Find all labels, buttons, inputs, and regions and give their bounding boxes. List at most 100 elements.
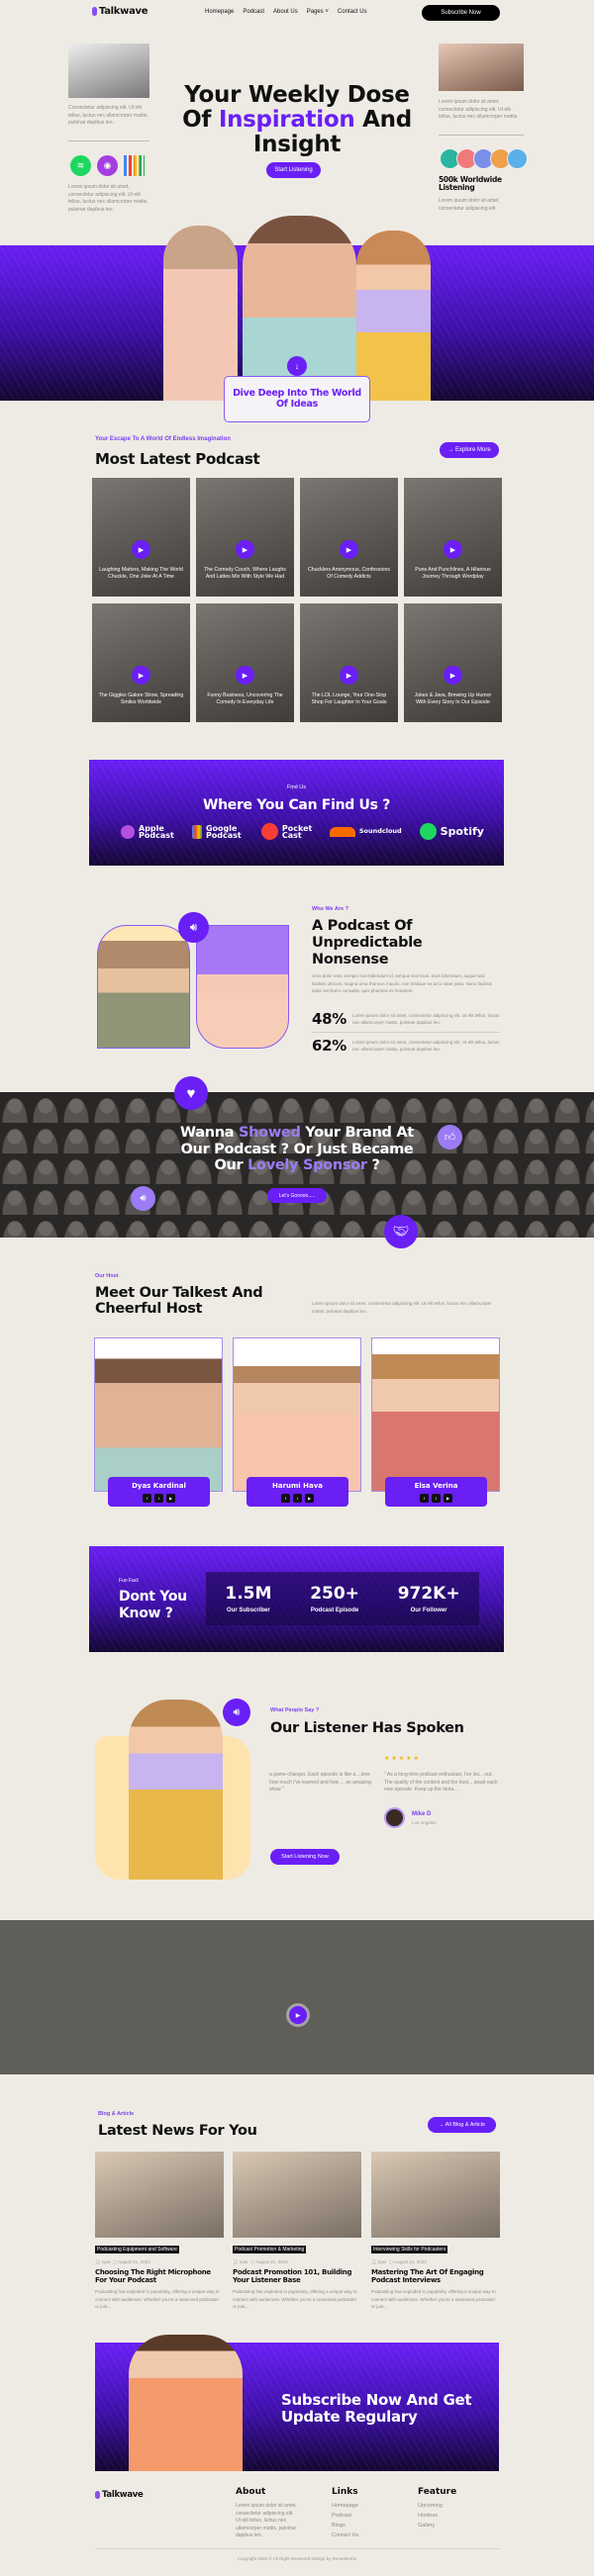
post-meta: 👤︎ tyas ▢ August 21, 2023: [95, 2259, 150, 2264]
footer-link[interactable]: Hostess: [418, 2511, 456, 2521]
section-title: Latest News For You: [98, 2123, 257, 2139]
about-stats: 48% Lorem ipsum dolor sit amet, consecte…: [312, 1007, 500, 1058]
host-card[interactable]: Dyas Kardinal f t ▶: [94, 1337, 223, 1507]
podcast-card[interactable]: ▶ Chucklers Anonymous, Confessions Of Com…: [300, 478, 398, 597]
youtube-icon[interactable]: ▶: [305, 1494, 314, 1503]
spotify-icon[interactable]: ≋: [70, 155, 91, 176]
subscribe-now-button[interactable]: Subscribe Now: [422, 5, 500, 21]
section-title: Most Latest Podcast: [95, 450, 260, 468]
host-card[interactable]: Harumi Hava f t ▶: [233, 1337, 361, 1507]
play-icon[interactable]: ▶: [236, 666, 254, 685]
platform-spotify[interactable]: Spotify: [419, 823, 484, 840]
youtube-icon[interactable]: ▶: [166, 1494, 175, 1503]
testimonial-quote: a game-changer. Each episode is like a .…: [269, 1772, 371, 1793]
podcast-card[interactable]: ▶ The Giggles Galore Show, Spreading Smil…: [92, 603, 190, 722]
user-icon: 👤︎: [233, 2259, 240, 2264]
listener-avatars: [440, 148, 528, 169]
footer-link[interactable]: Upcoming: [418, 2501, 456, 2511]
blog-card[interactable]: Podcasting Equipment and Software 👤︎ tyas…: [95, 2152, 224, 2311]
play-icon[interactable]: ▶: [340, 666, 358, 685]
podcast-title: Puns And Punchlines, A Hilarious Journey…: [415, 567, 491, 580]
thumbs-up-icon: 👍︎: [438, 1125, 462, 1150]
podcast-card[interactable]: ▶ Laughing Matters, Making The World Chuc…: [92, 478, 190, 597]
footer-link[interactable]: Homepage: [332, 2501, 358, 2511]
footer-logo[interactable]: Talkwave: [95, 2490, 144, 2500]
footer-about: About Lorem ipsum dolor sit amet, consec…: [236, 2487, 297, 2538]
platform-apple-podcast[interactable]: Apple Podcast: [121, 824, 174, 839]
subscribe-title: Subscribe Now And Get Update Regulary: [281, 2391, 472, 2426]
arrow-down-icon[interactable]: ↓: [287, 356, 307, 376]
fun-fact-stats: 1.5M Our Subscriber 250+ Podcast Episode 9…: [206, 1572, 479, 1625]
post-title[interactable]: Choosing The Right Microphone For Your P…: [95, 2268, 224, 2284]
podcast-card[interactable]: ▶ Funny Business, Uncovering The Comedy I…: [196, 603, 294, 722]
speaker-icon: 🔊︎: [131, 1186, 155, 1211]
post-title[interactable]: Podcast Promotion 101, Building Your Lis…: [233, 2268, 361, 2284]
footer-link[interactable]: Blogs: [332, 2521, 358, 2530]
category-label[interactable]: Podcast Promotion & Marketing: [233, 2246, 307, 2254]
podcast-title: Funny Business, Uncovering The Comedy In…: [207, 692, 283, 705]
twitter-icon[interactable]: t: [293, 1494, 302, 1503]
play-icon[interactable]: ▶: [286, 2003, 310, 2027]
host-photo: [372, 1347, 499, 1491]
start-listening-button[interactable]: Start Listening: [266, 162, 321, 178]
play-icon[interactable]: ▶: [340, 540, 358, 559]
footer-link[interactable]: Podcast: [332, 2511, 358, 2521]
start-listening-now-button[interactable]: Start Listening Now: [270, 1849, 340, 1865]
post-title[interactable]: Mastering The Art Of Engaging Podcast In…: [371, 2268, 500, 2284]
nav-pages[interactable]: Pages ˅: [307, 9, 329, 15]
twitter-icon[interactable]: t: [432, 1494, 441, 1503]
nav-podcast[interactable]: Podcast: [243, 9, 264, 15]
podcast-title: Laughing Matters, Making The World Chuck…: [99, 567, 183, 580]
logo[interactable]: Talkwave: [92, 6, 148, 17]
facebook-icon[interactable]: f: [420, 1494, 429, 1503]
platform-soundcloud[interactable]: Soundcloud: [329, 826, 402, 837]
apple-podcast-icon: [121, 824, 135, 839]
podcast-card[interactable]: ▶ Jokes & Java, Brewing Up Humor With Eve…: [404, 603, 502, 722]
divider: [439, 135, 524, 136]
all-blog-button[interactable]: → All Blog & Article: [428, 2117, 496, 2133]
handshake-icon: 🤝︎: [384, 1215, 418, 1248]
youtube-icon[interactable]: ▶: [444, 1494, 452, 1503]
play-icon[interactable]: ▶: [236, 540, 254, 559]
sponsor-title: Wanna Showed Your Brand At Our Podcast ?…: [180, 1125, 414, 1173]
nav-contact[interactable]: Contact Us: [338, 9, 367, 15]
explore-more-button[interactable]: → Explore More: [440, 442, 499, 458]
category-label[interactable]: Podcasting Equipment and Software: [95, 2246, 179, 2254]
footer-link[interactable]: Gallery: [418, 2521, 456, 2530]
hero-left-text: Consectetur adipiscing elit. Ut elit tel…: [68, 105, 148, 126]
dive-deep-card: Dive Deep Into The World Of Ideas: [224, 376, 370, 422]
nav-about[interactable]: About Us: [273, 9, 298, 15]
footer-link[interactable]: Contact Us: [332, 2530, 358, 2540]
host-photo: [234, 1352, 360, 1491]
facebook-icon[interactable]: f: [143, 1494, 151, 1503]
category-label[interactable]: Interviewing Skills for Podcasters: [371, 2246, 448, 2254]
host-card[interactable]: Elsa Verina f t ▶: [371, 1337, 500, 1507]
google-podcast-icon[interactable]: [124, 155, 145, 176]
blog-card[interactable]: Podcast Promotion & Marketing 👤︎ tyas ▢ A…: [233, 2152, 361, 2311]
listener-image: [129, 1700, 223, 1880]
user-icon: 👤︎: [95, 2259, 102, 2264]
stat-row: 48% Lorem ipsum dolor sit amet, consecte…: [312, 1010, 500, 1028]
apple-podcast-icon[interactable]: ◉: [97, 155, 118, 176]
post-meta: 👤︎ tyas ▢ August 21, 2023: [233, 2259, 288, 2264]
hero-title: Your Weekly Dose Of Inspiration And Insi…: [182, 82, 412, 157]
play-icon[interactable]: ▶: [444, 540, 462, 559]
video-player[interactable]: ▶: [0, 1920, 594, 2074]
platform-pocket-cast[interactable]: Pocket Cast: [260, 823, 312, 840]
platform-google-podcast[interactable]: Google Podcast: [191, 824, 244, 839]
play-icon[interactable]: ▶: [132, 540, 150, 559]
blog-card[interactable]: Interviewing Skills for Podcasters 👤︎ tya…: [371, 2152, 500, 2311]
play-icon[interactable]: ▶: [132, 666, 150, 685]
copyright: Copyright 2023 © All Right Reserved Desi…: [237, 2556, 357, 2561]
nav-homepage[interactable]: Homepage: [205, 9, 234, 15]
podcast-card[interactable]: ▶ The LOL Lounge, Your One-Stop Shop For …: [300, 603, 398, 722]
speaker-icon: 🔊︎: [178, 912, 209, 943]
find-us-banner: Find Us Where You Can Find Us ? Apple Po…: [89, 760, 504, 866]
facebook-icon[interactable]: f: [281, 1494, 290, 1503]
play-icon[interactable]: ▶: [444, 666, 462, 685]
podcast-card[interactable]: ▶ Puns And Punchlines, A Hilarious Journe…: [404, 478, 502, 597]
lets-go-button[interactable]: Let's Gooooo.....: [267, 1188, 327, 1203]
twitter-icon[interactable]: t: [154, 1494, 163, 1503]
soundcloud-icon: [329, 826, 355, 837]
podcast-card[interactable]: ▶ The Comedy Couch, Where Laughs And Latt…: [196, 478, 294, 597]
